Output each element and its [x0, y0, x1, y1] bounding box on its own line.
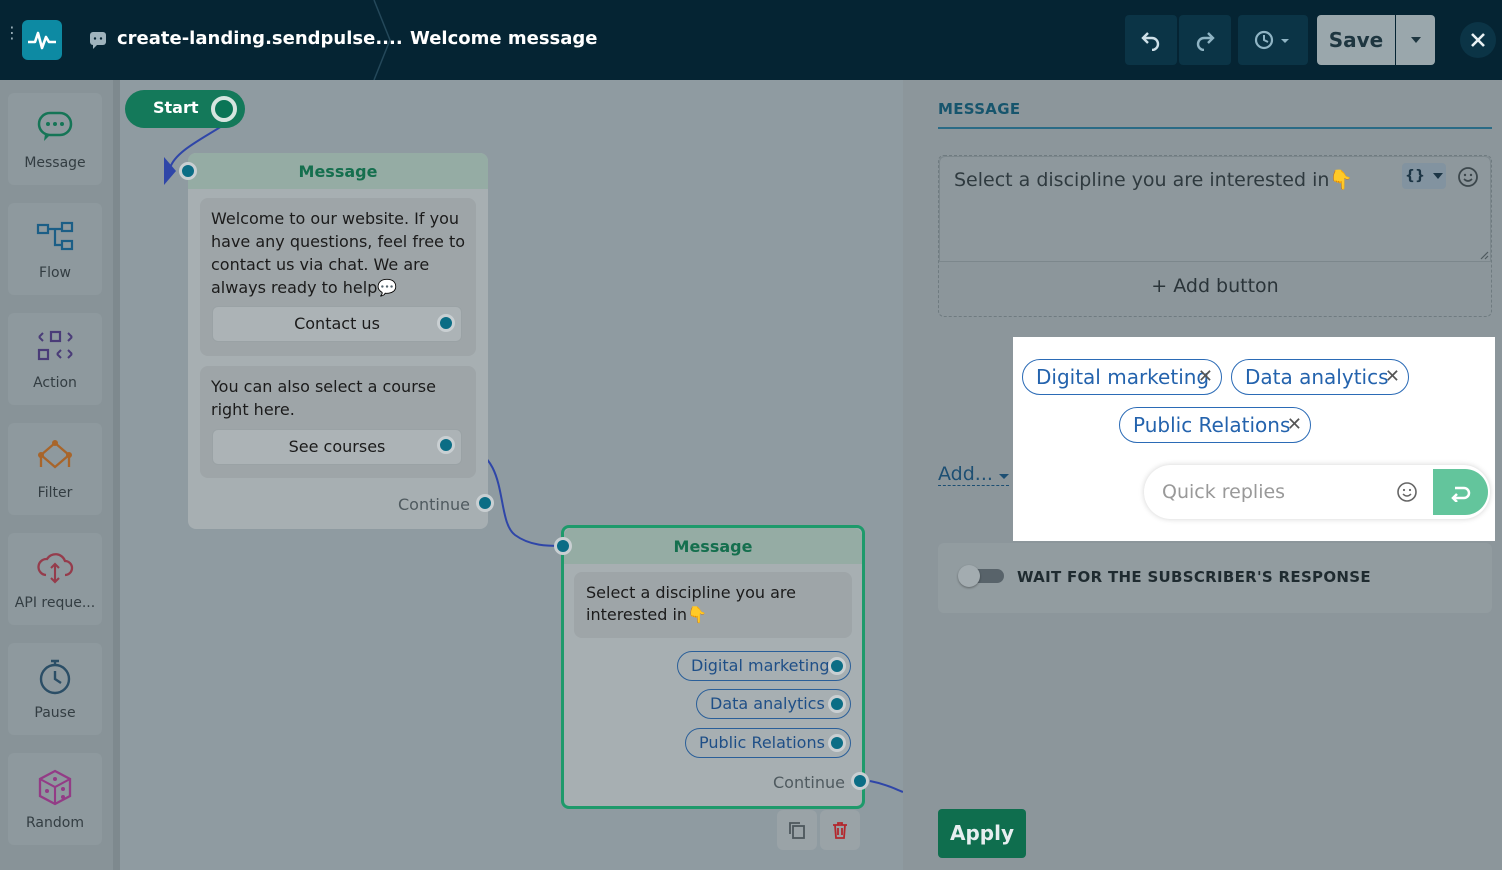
- delete-node-button[interactable]: [820, 810, 860, 850]
- continue-label: Continue: [398, 495, 470, 514]
- variables-button[interactable]: {}: [1402, 163, 1446, 189]
- save-button[interactable]: Save: [1317, 15, 1395, 65]
- history-button[interactable]: [1238, 15, 1308, 65]
- quick-reply-label: Data analytics: [1245, 365, 1389, 389]
- continue-port[interactable]: [476, 494, 494, 512]
- trash-icon: [833, 822, 847, 839]
- redo-button[interactable]: [1179, 15, 1231, 65]
- continue-label: Continue: [773, 773, 845, 792]
- quick-reply-chip[interactable]: Digital marketing: [677, 651, 851, 681]
- node-input-port[interactable]: [554, 537, 572, 555]
- continue-port[interactable]: [851, 772, 869, 790]
- button-port[interactable]: [437, 436, 455, 454]
- variables-icon: {}: [1405, 168, 1425, 184]
- copy-node-button[interactable]: [777, 810, 817, 850]
- see-courses-button[interactable]: See courses: [212, 429, 462, 465]
- node-title: Message: [564, 528, 862, 564]
- quick-reply-label: Digital marketing: [1036, 365, 1210, 389]
- close-button[interactable]: [1460, 22, 1496, 58]
- wait-response-toggle[interactable]: [958, 565, 1004, 587]
- chevron-down-icon: [1432, 173, 1443, 179]
- quick-reply-chip[interactable]: Data analytics ✕: [1231, 359, 1409, 395]
- resize-handle-icon[interactable]: [1479, 250, 1489, 260]
- quick-reply-chip[interactable]: Public Relations: [685, 728, 851, 758]
- message-text: Welcome to our website. If you have any …: [211, 209, 466, 297]
- apply-button[interactable]: Apply: [938, 809, 1026, 858]
- enter-arrow-icon: [1450, 486, 1470, 502]
- redo-icon: [1196, 32, 1215, 51]
- save-dropdown-button[interactable]: [1396, 15, 1435, 65]
- emoji-icon[interactable]: [1396, 481, 1418, 503]
- undo-button[interactable]: [1125, 15, 1177, 65]
- chevron-down-icon: [998, 474, 1009, 479]
- remove-chip-icon[interactable]: ✕: [1385, 360, 1400, 394]
- button-port[interactable]: [437, 314, 455, 332]
- contact-us-button[interactable]: Contact us: [212, 306, 462, 342]
- copy-icon: [789, 822, 805, 839]
- message-text: Select a discipline you are interested i…: [586, 583, 796, 624]
- quick-reply-label: Public Relations: [1133, 413, 1291, 437]
- panel-title-underline: [938, 127, 1492, 129]
- add-link-label: Add...: [938, 463, 993, 485]
- start-port[interactable]: [211, 96, 237, 122]
- undo-icon: [1141, 32, 1160, 51]
- add-button-link[interactable]: + Add button: [938, 275, 1492, 297]
- quick-reply-port[interactable]: [828, 657, 846, 675]
- remove-chip-icon[interactable]: ✕: [1287, 408, 1302, 442]
- history-icon: [1254, 30, 1289, 50]
- quick-reply-chip[interactable]: Digital marketing ✕: [1022, 359, 1222, 395]
- message-textarea-text[interactable]: Select a discipline you are interested i…: [954, 168, 1353, 191]
- add-quick-reply-button[interactable]: [1433, 469, 1488, 515]
- node-title: Message: [188, 153, 488, 189]
- start-label: Start: [153, 98, 199, 117]
- add-element-dropdown[interactable]: Add...: [938, 463, 1009, 486]
- remove-chip-icon[interactable]: ✕: [1198, 360, 1213, 394]
- wait-response-label: WAIT FOR THE SUBSCRIBER'S RESPONSE: [1017, 568, 1371, 586]
- message-text: You can also select a course right here.: [211, 377, 436, 419]
- quick-reply-input-box: [1144, 465, 1490, 519]
- toggle-knob: [958, 565, 980, 587]
- emoji-icon[interactable]: [1457, 166, 1479, 188]
- panel-title: MESSAGE: [938, 100, 1021, 118]
- chevron-down-icon: [1410, 37, 1421, 43]
- quick-reply-port[interactable]: [828, 734, 846, 752]
- close-icon: [1471, 33, 1485, 47]
- quick-reply-chip[interactable]: Public Relations ✕: [1119, 407, 1311, 443]
- quick-reply-input[interactable]: [1162, 477, 1387, 507]
- node-input-port[interactable]: [179, 162, 197, 180]
- quick-reply-port[interactable]: [828, 695, 846, 713]
